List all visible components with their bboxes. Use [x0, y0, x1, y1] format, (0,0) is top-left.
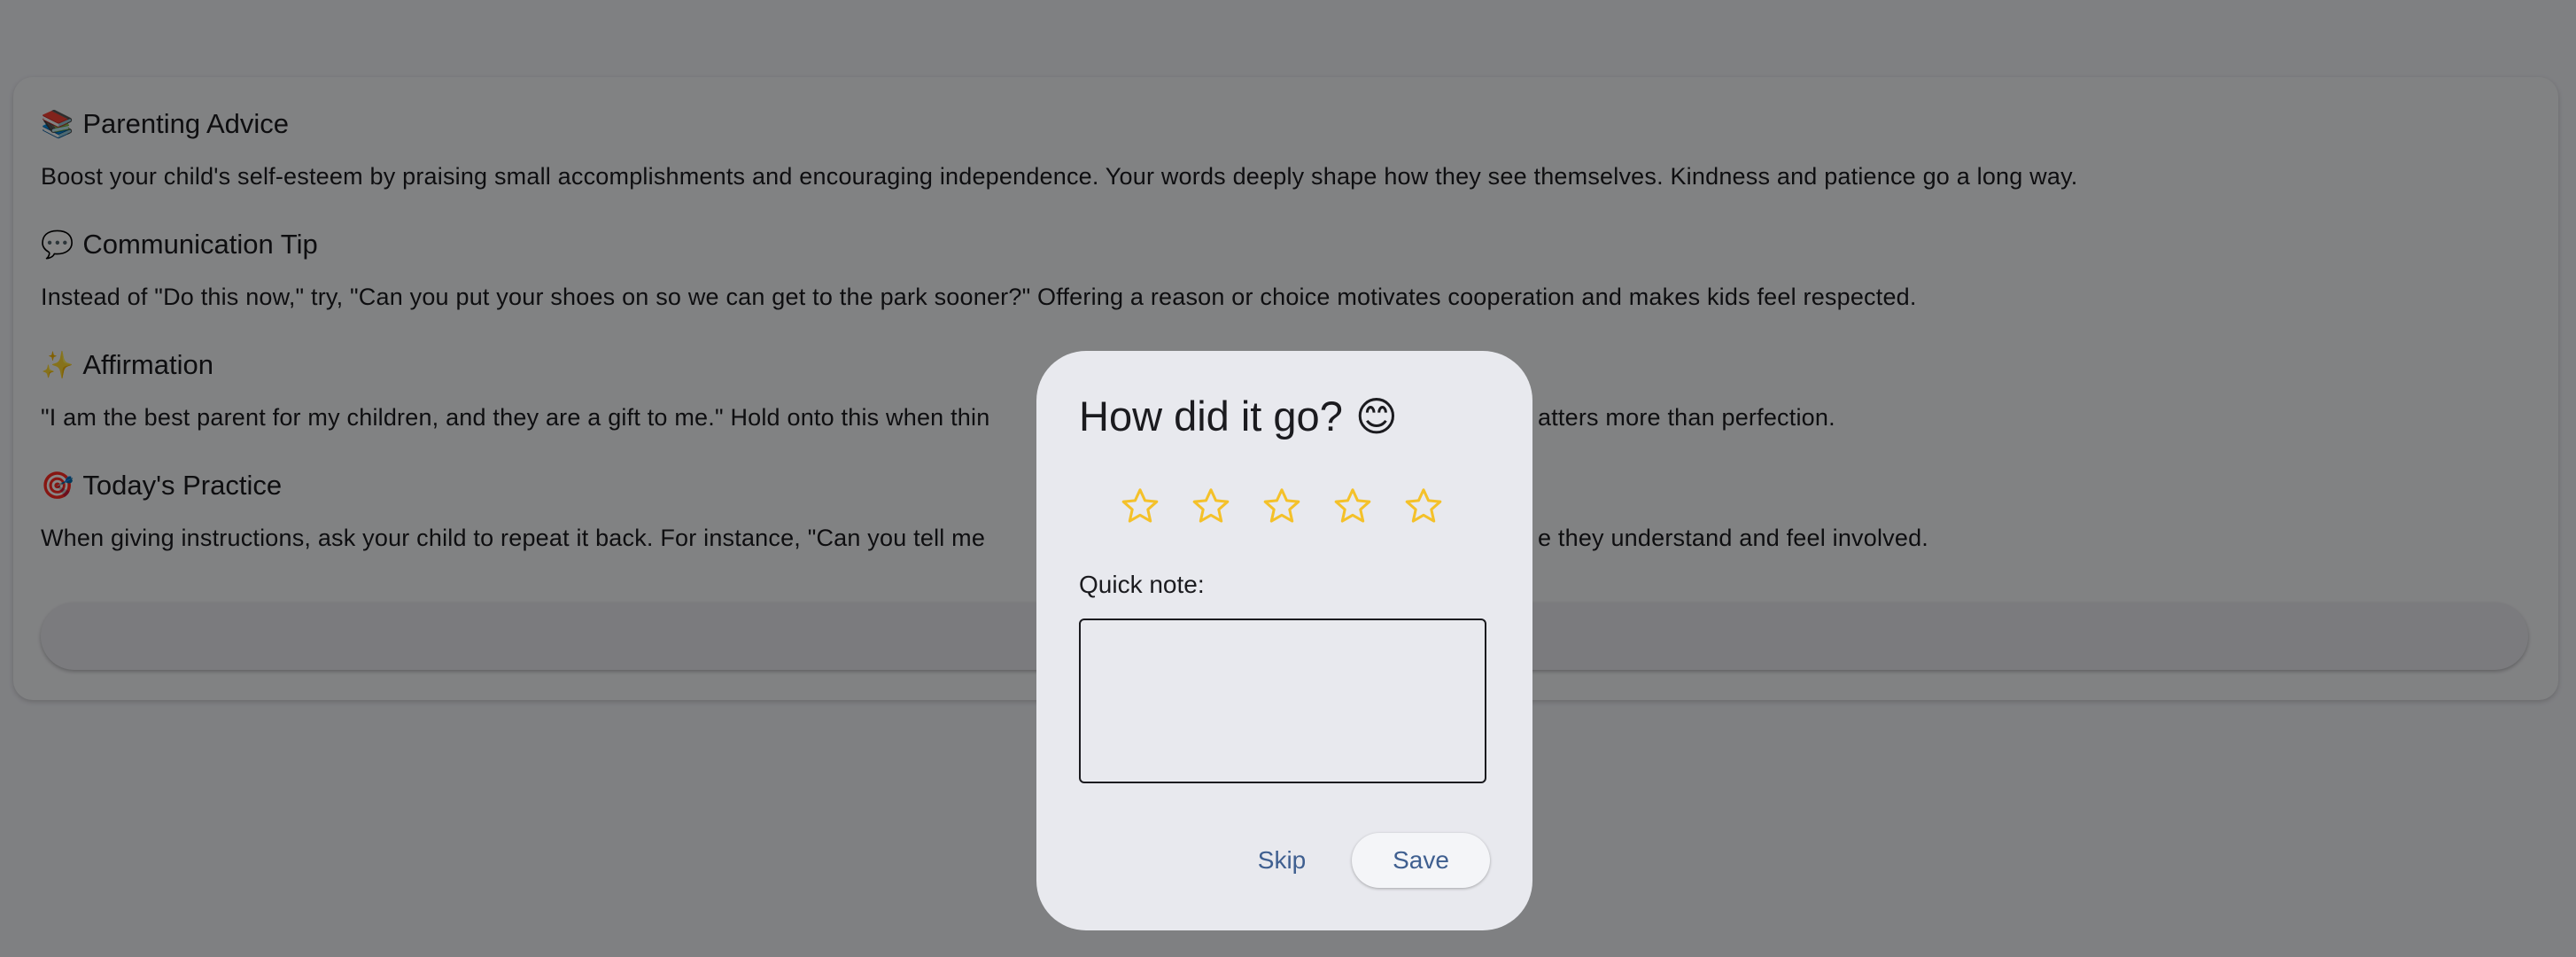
star-rating	[1120, 486, 1444, 526]
dialog-title: How did it go? 😊	[1079, 392, 1398, 440]
save-button[interactable]: Save	[1352, 833, 1490, 888]
star-icon[interactable]	[1120, 486, 1160, 526]
star-icon[interactable]	[1191, 486, 1231, 526]
skip-button[interactable]: Skip	[1240, 833, 1323, 888]
quick-note-field[interactable]	[1079, 619, 1486, 783]
star-icon[interactable]	[1261, 486, 1302, 526]
star-icon[interactable]	[1403, 486, 1444, 526]
star-icon[interactable]	[1332, 486, 1373, 526]
feedback-dialog: How did it go? 😊 Quick note: Skip Save	[1036, 351, 1532, 930]
quick-note-label: Quick note:	[1079, 571, 1205, 598]
page: 📚 Parenting Advice Boost your child's se…	[0, 0, 2576, 957]
smiling-face-icon: 😊	[1354, 392, 1398, 440]
dialog-title-text: How did it go?	[1079, 393, 1343, 440]
